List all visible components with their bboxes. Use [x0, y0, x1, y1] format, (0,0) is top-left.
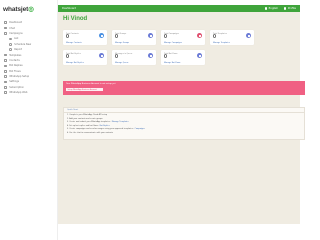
manage-queue-link[interactable]: Manage Queue — [115, 62, 129, 64]
bullet-icon — [9, 37, 12, 41]
campaign-icon — [4, 32, 7, 35]
template-icon — [246, 33, 251, 38]
main-content: Hi Vinod Total Contacts 0 Manage Contact… — [58, 12, 305, 224]
robot-icon — [4, 64, 7, 68]
manage-campaigns-link[interactable]: Manage Campaigns — [164, 42, 182, 44]
footer — [58, 224, 300, 240]
stat-card-queue: Messages in Queue 0 Manage Queue — [112, 50, 156, 65]
page-title: Hi Vinod — [63, 16, 88, 22]
dashboard-icon — [4, 21, 7, 24]
manage-bot-flows-link[interactable]: Manage Bot Flows — [164, 62, 180, 64]
stat-card-bot-replies: Total Bot Replies 0 Manage Bot Replies — [63, 50, 107, 65]
manage-bot-replies-link[interactable]: Manage Bot Replies — [66, 62, 84, 64]
app: whatsjet ◎ Dashboard Chat Campaigns List … — [0, 0, 305, 240]
stat-card-bot-flows: Total Bot Flows 0 Manage Bot Flows — [161, 50, 205, 65]
manage-templates-link[interactable]: Manage Templates — [213, 42, 230, 44]
groups-icon — [148, 33, 153, 38]
chat-icon — [4, 26, 7, 30]
globe-icon — [264, 7, 268, 10]
bullet-icon — [9, 48, 12, 51]
campaign-icon — [197, 33, 202, 38]
flow-icon — [197, 53, 202, 58]
bot-replies-link[interactable]: Bot Replies — [100, 125, 110, 127]
profile-menu[interactable]: Profile — [284, 7, 296, 10]
stat-card-templates: Total Templates 0 Manage Templates — [210, 30, 254, 45]
quick-start-list: 1. Complete your WhatsApp Cloud API setu… — [64, 113, 304, 138]
flow-icon — [4, 69, 7, 73]
gear-icon — [4, 80, 7, 84]
manage-groups-link[interactable]: Manage Groups — [115, 42, 129, 44]
setup-whatsapp-button[interactable]: Setup WhatsApp Business Account — [66, 88, 103, 92]
sidebar-nav: Dashboard Chat Campaigns List Schedule N… — [0, 18, 57, 95]
queue-icon — [148, 53, 153, 58]
user-icon — [284, 7, 287, 10]
web-icon — [4, 91, 7, 95]
alert-message: Your WhatsApp Business Account is not se… — [66, 83, 116, 85]
topbar-title: Dashboard — [62, 7, 77, 10]
contacts-icon — [99, 33, 104, 38]
templates-link[interactable]: Manage Templates — [112, 121, 129, 123]
language-switcher[interactable]: English — [264, 7, 278, 10]
sidebar-item-whatsapp-web[interactable]: WhatsApp Web — [0, 90, 57, 95]
campaigns-link[interactable]: Campaigns — [135, 128, 145, 130]
stat-card-groups: Total Groups 0 Manage Groups — [112, 30, 156, 45]
quick-start-panel: Quick Start 1. Complete your WhatsApp Cl… — [63, 107, 305, 140]
robot-icon — [99, 53, 104, 58]
subscription-icon — [4, 86, 7, 89]
topbar: Dashboard English Profile — [58, 5, 300, 12]
manage-contacts-link[interactable]: Manage Contacts — [66, 42, 82, 44]
template-icon — [4, 53, 7, 57]
logo-text: whatsjet — [3, 5, 29, 13]
stat-card-contacts: Total Contacts 0 Manage Contacts — [63, 30, 107, 45]
whatsapp-icon — [4, 75, 7, 78]
stat-card-campaigns: Total Campaigns 0 Manage Campaigns — [161, 30, 205, 45]
logo[interactable]: whatsjet ◎ — [0, 0, 57, 18]
list-item: 6. Use the chat to communicate with your… — [67, 131, 114, 134]
contacts-icon — [4, 59, 7, 62]
sidebar: whatsjet ◎ Dashboard Chat Campaigns List … — [0, 0, 58, 240]
logo-accent-icon: ◎ — [28, 6, 34, 13]
bullet-icon — [9, 42, 12, 46]
setup-alert: Your WhatsApp Business Account is not se… — [63, 81, 305, 95]
